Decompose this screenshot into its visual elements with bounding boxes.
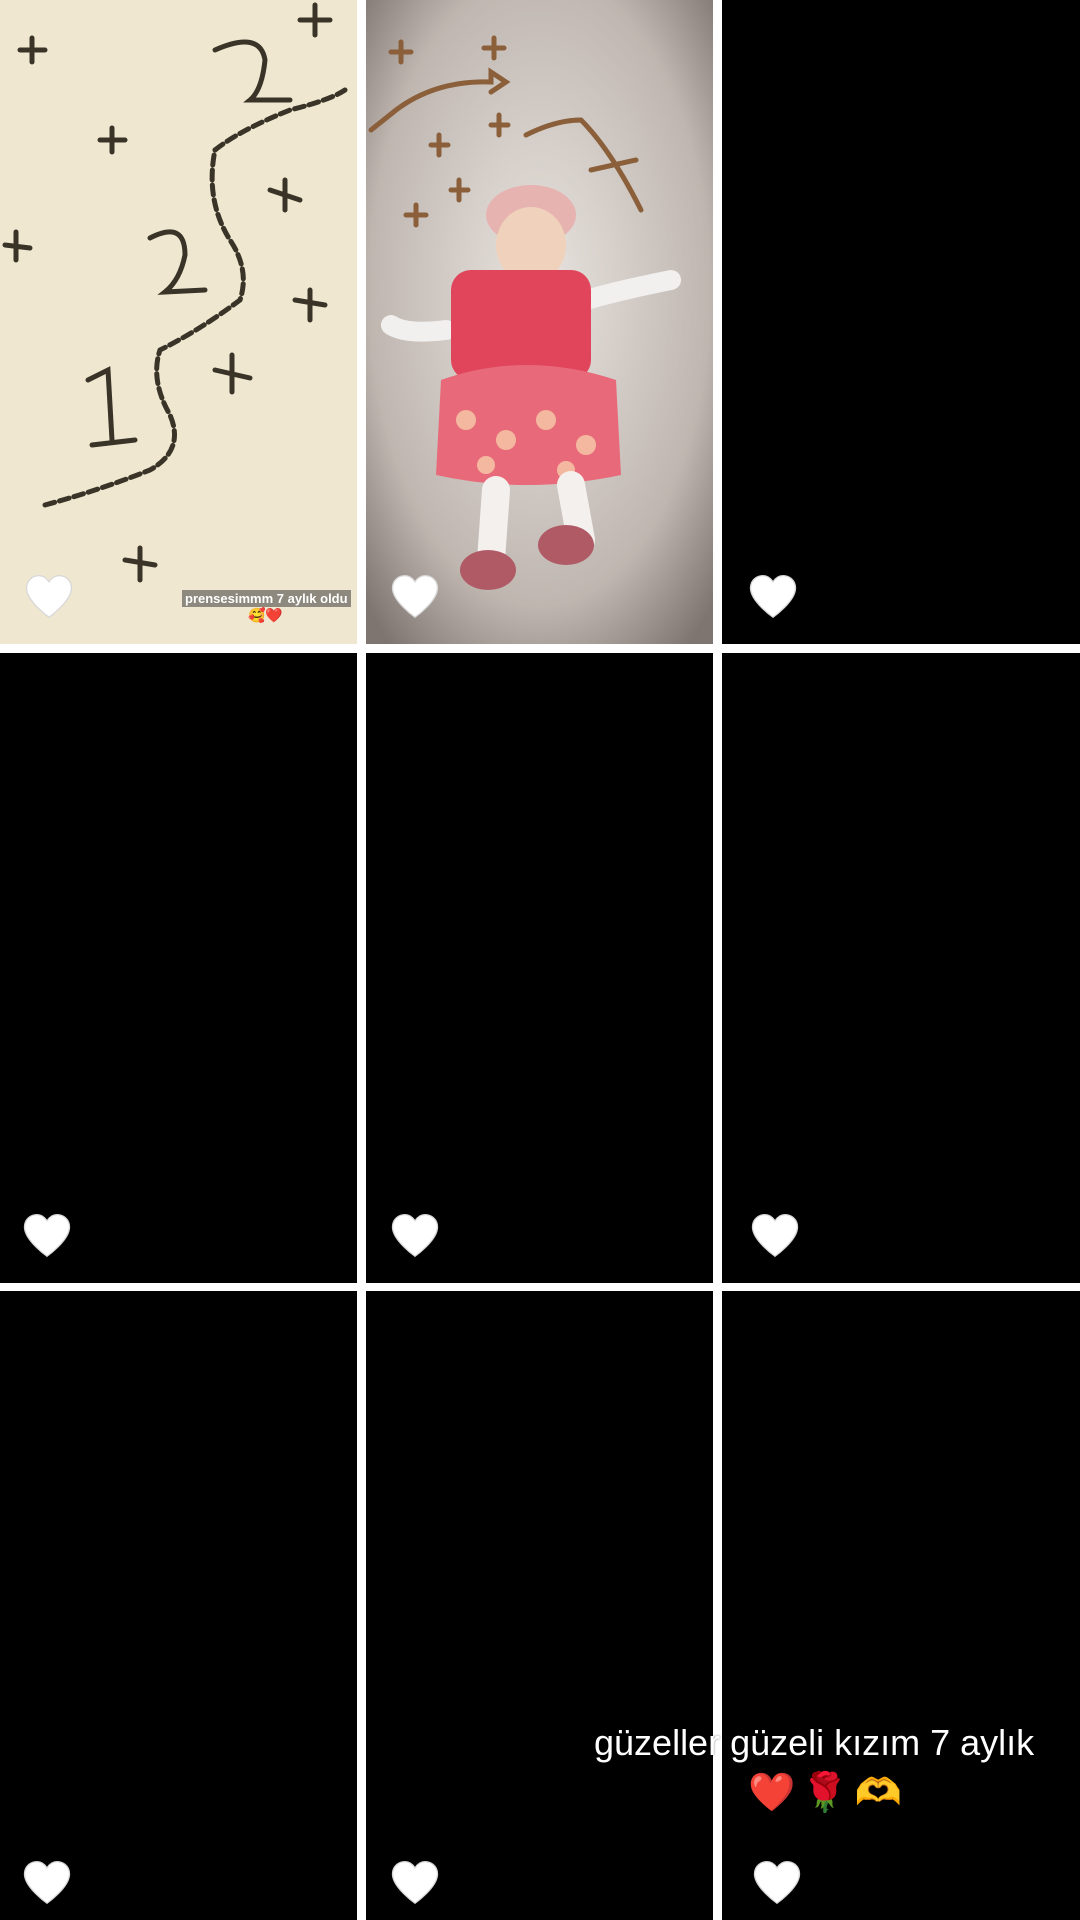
- grid-cell-empty[interactable]: [0, 653, 357, 1283]
- grid-cell-empty[interactable]: [0, 1291, 357, 1920]
- white-heart-icon[interactable]: [388, 1856, 442, 1910]
- white-heart-icon[interactable]: [20, 1209, 74, 1263]
- grid-cell-seeds-photo[interactable]: prensesimmm 7 aylık oldu 🥰❤️: [0, 0, 357, 644]
- grid-cell-empty[interactable]: [722, 1291, 1080, 1920]
- white-heart-icon[interactable]: [22, 570, 76, 624]
- overlay-caption: güzeller güzeli kızım 7 aylık: [594, 1722, 1035, 1763]
- grid-cell-empty[interactable]: [722, 653, 1080, 1283]
- white-heart-icon[interactable]: [750, 1856, 804, 1910]
- heart-hands-emoji: 🫶: [854, 1770, 908, 1814]
- photo-grid: prensesimmm 7 aylık oldu 🥰❤️ güzeller gü…: [0, 0, 1080, 1920]
- seeds-photo-caption: prensesimmm 7 aylık oldu: [182, 590, 351, 607]
- grid-cell-empty[interactable]: [366, 653, 713, 1283]
- seeds-photo-caption-emoji: 🥰❤️: [248, 608, 283, 624]
- red-heart-emoji: ❤️: [748, 1770, 802, 1814]
- grid-cell-empty[interactable]: [722, 0, 1080, 644]
- rose-emoji: 🌹: [801, 1770, 855, 1814]
- grid-cell-baby-photo[interactable]: [366, 0, 713, 644]
- white-heart-icon[interactable]: [20, 1856, 74, 1910]
- white-heart-icon[interactable]: [388, 570, 442, 624]
- seeds-photo-image: [0, 0, 357, 644]
- white-heart-icon[interactable]: [746, 570, 800, 624]
- white-heart-icon[interactable]: [388, 1209, 442, 1263]
- white-heart-icon[interactable]: [748, 1209, 802, 1263]
- grid-cell-empty[interactable]: [366, 1291, 713, 1920]
- overlay-emojis: ❤️🌹🫶: [748, 1770, 908, 1815]
- baby-photo-image: [366, 0, 713, 644]
